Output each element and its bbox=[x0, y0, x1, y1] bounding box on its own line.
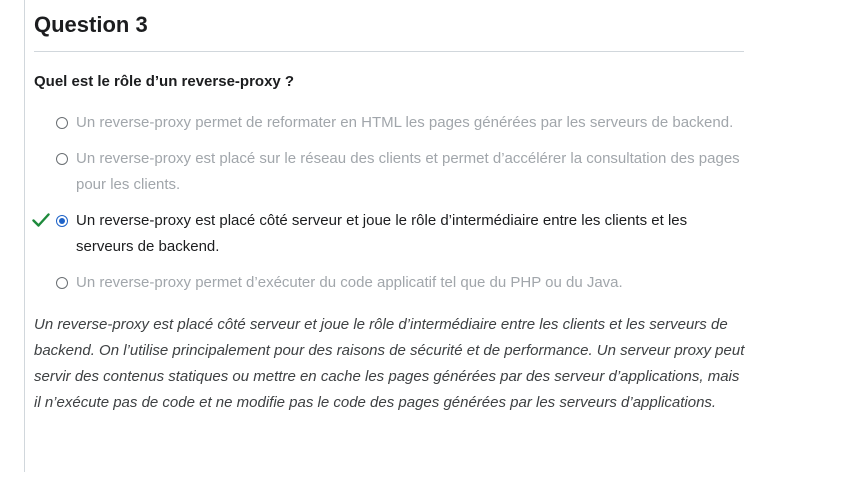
answer-option-4[interactable]: Un reverse-proxy permet d’exécuter du co… bbox=[34, 270, 744, 296]
answer-option-text: Un reverse-proxy est placé côté serveur … bbox=[76, 212, 688, 255]
answer-options: Un reverse-proxy permet de reformater en… bbox=[32, 110, 744, 296]
answer-option-2[interactable]: Un reverse-proxy est placé sur le réseau… bbox=[34, 146, 744, 198]
radio-icon[interactable] bbox=[56, 153, 68, 165]
answer-explanation: Un reverse-proxy est placé côté serveur … bbox=[34, 316, 745, 411]
answer-option-text: Un reverse-proxy permet de reformater en… bbox=[76, 114, 734, 131]
title-divider bbox=[34, 51, 744, 52]
radio-selected-icon[interactable] bbox=[56, 215, 68, 227]
checkmark-icon bbox=[32, 213, 50, 227]
answer-option-text: Un reverse-proxy est placé sur le réseau… bbox=[76, 150, 740, 193]
answer-option-text: Un reverse-proxy permet d’exécuter du co… bbox=[76, 274, 623, 291]
question-panel: Question 3 Quel est le rôle d’un reverse… bbox=[32, 0, 745, 416]
radio-icon[interactable] bbox=[56, 117, 68, 129]
left-border bbox=[24, 0, 25, 472]
question-title: Question 3 bbox=[34, 12, 148, 37]
radio-icon[interactable] bbox=[56, 277, 68, 289]
answer-option-1[interactable]: Un reverse-proxy permet de reformater en… bbox=[34, 110, 744, 136]
answer-option-3[interactable]: Un reverse-proxy est placé côté serveur … bbox=[32, 208, 744, 260]
question-prompt: Quel est le rôle d’un reverse-proxy ? bbox=[34, 73, 295, 90]
